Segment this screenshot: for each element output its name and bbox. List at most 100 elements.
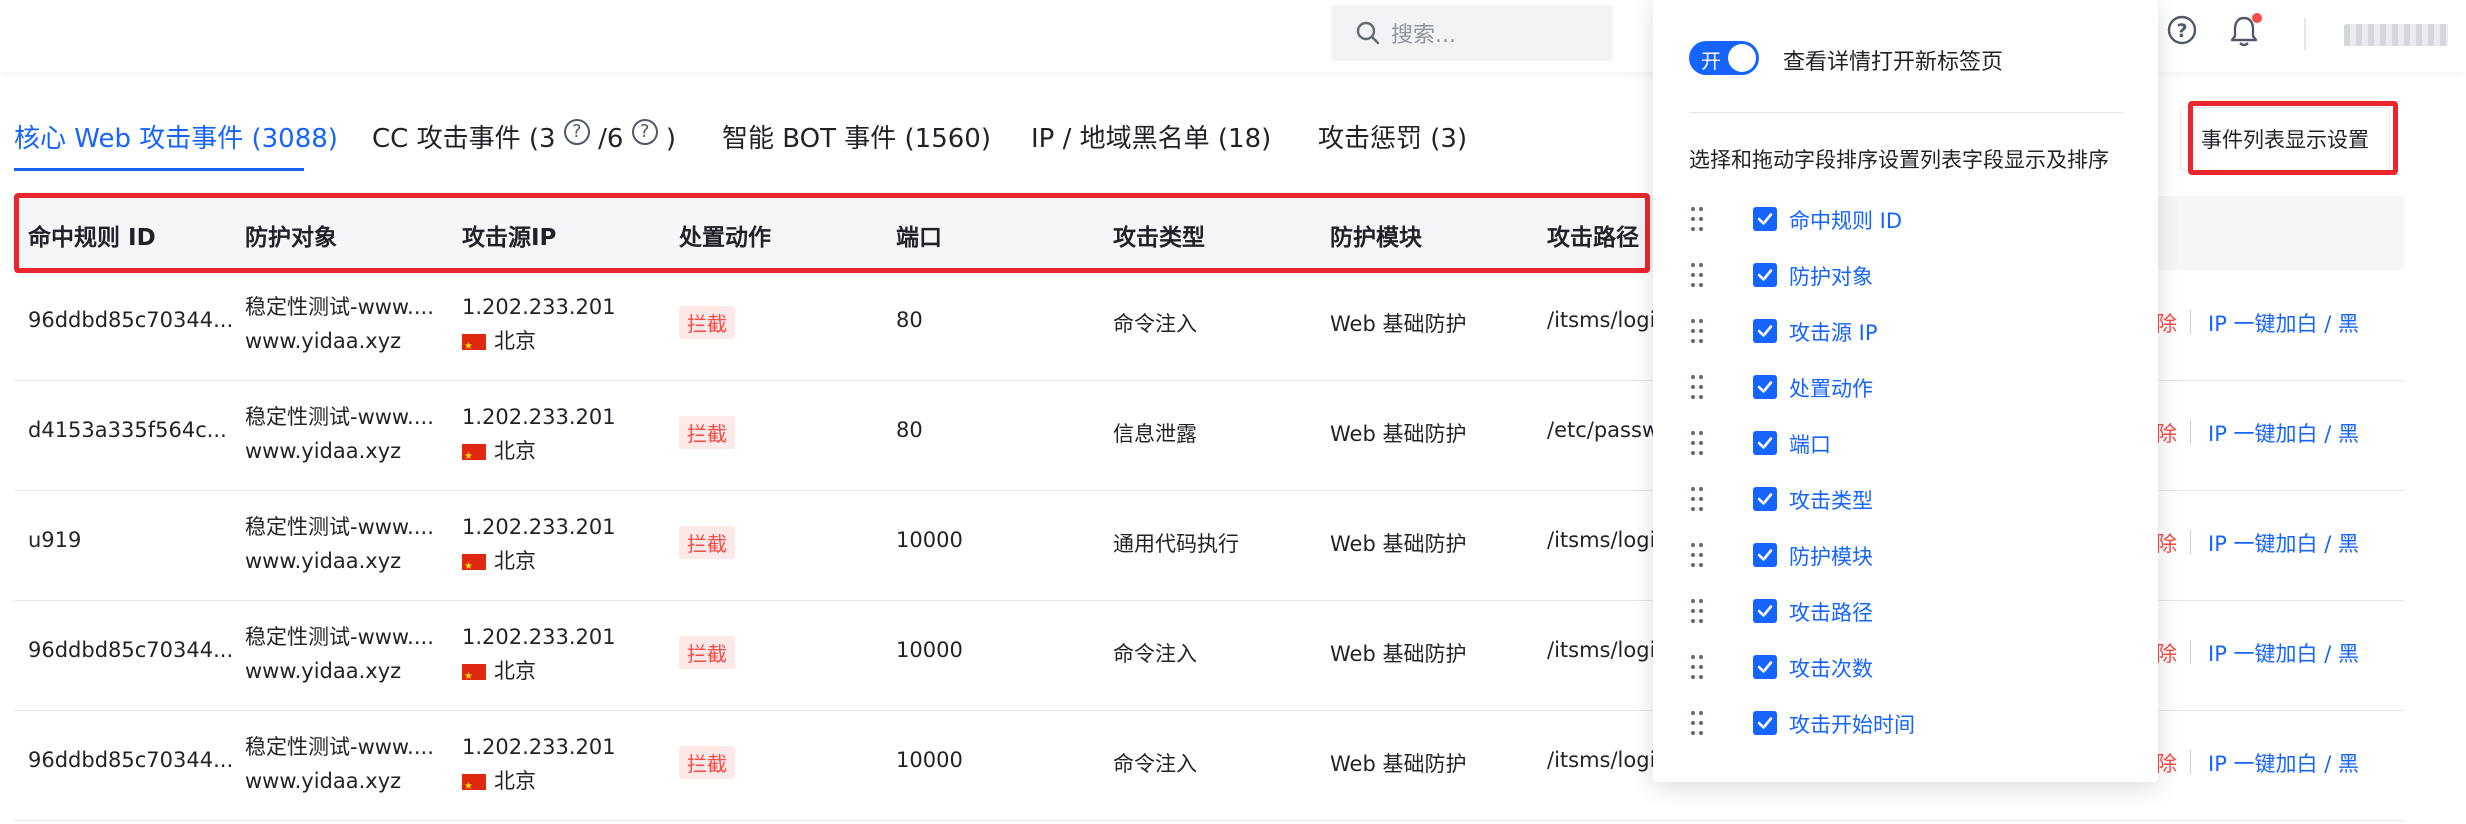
field-item[interactable]: 攻击源 IP (1689, 317, 2109, 347)
cell-source-ip: 1.202.233.201 北京 (462, 730, 616, 804)
drag-handle-icon[interactable] (1689, 205, 1705, 233)
ip-allow-block-link[interactable]: IP 一键加白 / 黑 (2208, 748, 2359, 778)
field-checkbox[interactable] (1753, 599, 1777, 623)
cell-target-domain: www.yidaa.xyz (245, 329, 402, 353)
user-name-blurred[interactable] (2344, 24, 2448, 46)
action-tag: 拦截 (679, 746, 735, 779)
field-settings-hint: 选择和拖动字段排序设置列表字段显示及排序 (1689, 148, 2109, 172)
cell-target-name: 稳定性测试-www.... (245, 515, 434, 539)
field-item[interactable]: 攻击路径 (1689, 597, 2109, 627)
checkmark-icon (1757, 381, 1773, 393)
drag-handle-icon[interactable] (1689, 709, 1705, 737)
tab-attack-penalty[interactable]: 攻击惩罚 (3) (1318, 118, 1467, 155)
drag-handle-icon[interactable] (1689, 317, 1705, 345)
field-label: 攻击类型 (1789, 489, 1873, 513)
cell-rule-id: u919 (28, 528, 82, 552)
ip-allow-block-link[interactable]: IP 一键加白 / 黑 (2208, 638, 2359, 668)
cell-source-ip: 1.202.233.201 北京 (462, 400, 616, 474)
field-item[interactable]: 攻击次数 (1689, 653, 2109, 683)
checkmark-icon (1757, 605, 1773, 617)
cell-action: 拦截 (679, 526, 735, 559)
cell-attack-type: 命令注入 (1113, 642, 1197, 666)
cell-module: Web 基础防护 (1330, 532, 1467, 556)
field-checkbox[interactable] (1753, 543, 1777, 567)
toggle-on-label: 开 (1701, 49, 1721, 73)
field-checkbox[interactable] (1753, 711, 1777, 735)
field-label: 攻击次数 (1789, 657, 1873, 681)
cell-target-domain: www.yidaa.xyz (245, 769, 402, 793)
action-tag: 拦截 (679, 416, 735, 449)
cell-action: 拦截 (679, 306, 735, 339)
help-icon[interactable]: ? (2166, 14, 2198, 46)
cell-path: /itsms/login (1547, 528, 1669, 552)
search-input[interactable]: 搜索... (1331, 5, 1613, 61)
drag-handle-icon[interactable] (1689, 429, 1705, 457)
cell-source-ip: 1.202.233.201 北京 (462, 620, 616, 694)
cell-rule-id: 96ddbd85c70344... (28, 308, 234, 332)
drag-handle-icon[interactable] (1689, 373, 1705, 401)
field-checkbox[interactable] (1753, 207, 1777, 231)
field-checkbox[interactable] (1753, 655, 1777, 679)
cell-rule-id: 96ddbd85c70344... (28, 638, 234, 662)
checkmark-icon (1757, 269, 1773, 281)
search-placeholder: 搜索... (1391, 23, 1456, 48)
drag-handle-icon[interactable] (1689, 653, 1705, 681)
delete-link[interactable]: 除 (2156, 748, 2177, 778)
ip-allow-block-link[interactable]: IP 一键加白 / 黑 (2208, 528, 2359, 558)
field-checkbox[interactable] (1753, 319, 1777, 343)
drag-handle-icon[interactable] (1689, 597, 1705, 625)
field-item[interactable]: 攻击开始时间 (1689, 709, 2109, 739)
field-item[interactable]: 命中规则 ID (1689, 205, 2109, 235)
delete-link[interactable]: 除 (2156, 528, 2177, 558)
field-item[interactable]: 攻击类型 (1689, 485, 2109, 515)
field-item[interactable]: 防护模块 (1689, 541, 2109, 571)
svg-text:?: ? (2176, 20, 2187, 42)
cell-action: 拦截 (679, 746, 735, 779)
tab-cc-label-mid: /6 (598, 124, 624, 154)
checkmark-icon (1757, 325, 1773, 337)
field-checkbox[interactable] (1753, 487, 1777, 511)
delete-link[interactable]: 除 (2156, 308, 2177, 338)
field-label: 攻击开始时间 (1789, 713, 1915, 737)
tab-cc-attack[interactable]: CC 攻击事件 (3 ? /6 ? ) (372, 118, 676, 155)
open-in-new-tab-toggle[interactable]: 开 (1689, 41, 1759, 75)
field-checkbox[interactable] (1753, 263, 1777, 287)
tab-ip-region-blacklist[interactable]: IP / 地域黑名单 (18) (1031, 118, 1271, 155)
field-item[interactable]: 处置动作 (1689, 373, 2109, 403)
tab-bot-events[interactable]: 智能 BOT 事件 (1560) (722, 118, 991, 155)
cell-ip-region: 北京 (494, 769, 536, 793)
field-item[interactable]: 防护对象 (1689, 261, 2109, 291)
tab-web-attack[interactable]: 核心 Web 攻击事件 (3088) (14, 118, 338, 155)
field-checkbox[interactable] (1753, 431, 1777, 455)
help-icon[interactable]: ? (563, 119, 590, 146)
cell-ip-address: 1.202.233.201 (462, 735, 616, 759)
cell-target-domain: www.yidaa.xyz (245, 659, 402, 683)
column-settings-popover: 开 查看详情打开新标签页 选择和拖动字段排序设置列表字段显示及排序 命中规则 I… (1653, 0, 2158, 782)
cell-target-domain: www.yidaa.xyz (245, 549, 402, 573)
field-label: 防护模块 (1789, 545, 1873, 569)
drag-handle-icon[interactable] (1689, 485, 1705, 513)
field-checkbox[interactable] (1753, 375, 1777, 399)
drag-handle-icon[interactable] (1689, 261, 1705, 289)
cell-attack-type: 命令注入 (1113, 312, 1197, 336)
cell-path: /itsms/login (1547, 638, 1669, 662)
drag-handle-icon[interactable] (1689, 541, 1705, 569)
cell-target: 稳定性测试-www.... www.yidaa.xyz (245, 730, 434, 798)
china-flag-icon (462, 770, 486, 804)
field-item[interactable]: 端口 (1689, 429, 2109, 459)
delete-link[interactable]: 除 (2156, 638, 2177, 668)
op-separator (2190, 750, 2191, 774)
divider (2304, 18, 2306, 50)
help-icon[interactable]: ? (631, 119, 658, 146)
ip-allow-block-link[interactable]: IP 一键加白 / 黑 (2208, 308, 2359, 338)
ip-allow-block-link[interactable]: IP 一键加白 / 黑 (2208, 418, 2359, 448)
cell-ip-region: 北京 (494, 439, 536, 463)
cell-module: Web 基础防护 (1330, 422, 1467, 446)
cell-rule-id: d4153a335f564c... (28, 418, 227, 442)
delete-link[interactable]: 除 (2156, 418, 2177, 448)
cell-target-domain: www.yidaa.xyz (245, 439, 402, 463)
china-flag-icon (462, 440, 486, 474)
cell-ip-address: 1.202.233.201 (462, 295, 616, 319)
cell-target: 稳定性测试-www.... www.yidaa.xyz (245, 400, 434, 468)
checkmark-icon (1757, 493, 1773, 505)
